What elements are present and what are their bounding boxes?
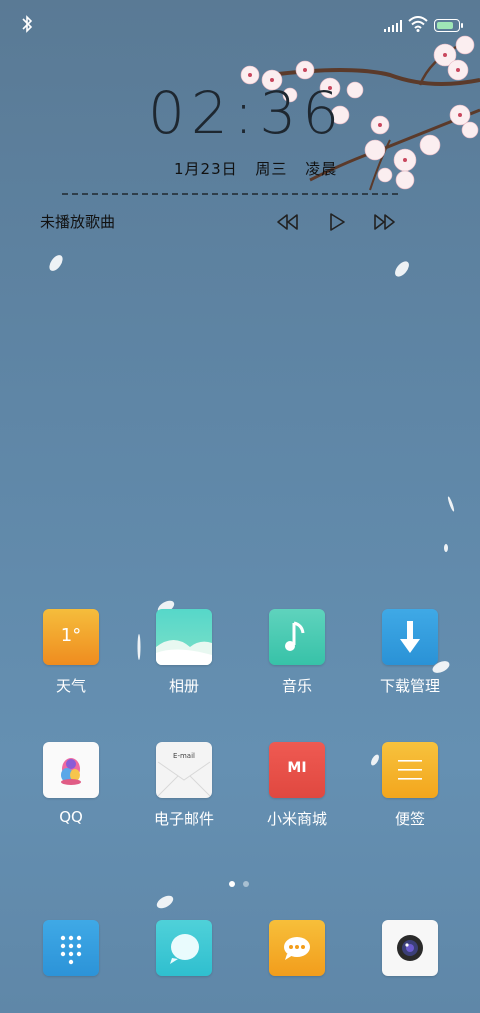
email-icon: E-mail <box>156 742 212 798</box>
app-qq[interactable]: QQ <box>16 742 126 826</box>
qq-icon <box>43 742 99 798</box>
weekday-text: 周三 <box>255 160 288 178</box>
petal-decoration <box>447 496 455 512</box>
app-notes[interactable]: 便签 <box>355 742 465 829</box>
petal-decoration <box>156 895 174 909</box>
app-gallery[interactable]: 相册 <box>129 609 239 696</box>
app-weather[interactable]: 1° 天气 <box>16 609 126 696</box>
camera-icon <box>382 920 438 976</box>
petal-decoration <box>444 544 448 552</box>
app-label: 天气 <box>55 677 86 695</box>
app-downloads[interactable]: 下载管理 <box>355 609 465 696</box>
mi-logo: MI <box>287 760 307 776</box>
weather-icon: 1° <box>43 609 99 665</box>
download-icon <box>382 609 438 665</box>
app-mi-store[interactable]: MI 小米商城 <box>242 742 352 829</box>
app-label: 便签 <box>394 810 425 828</box>
petal-decoration <box>395 261 409 277</box>
email-icon-text: E-mail <box>173 752 195 760</box>
page-dot[interactable] <box>243 881 249 887</box>
app-label: 电子邮件 <box>153 810 214 828</box>
gallery-icon <box>156 609 212 665</box>
app-label: 相册 <box>168 677 199 695</box>
fast-forward-icon[interactable] <box>372 213 396 231</box>
dock-messages[interactable] <box>129 920 239 976</box>
music-note-icon <box>269 609 325 665</box>
app-label: 下载管理 <box>379 677 440 695</box>
lockscreen-date: 1月23日 周三 凌晨 <box>174 158 349 179</box>
period-text: 凌晨 <box>305 160 338 178</box>
app-email[interactable]: E-mail 电子邮件 <box>129 742 239 829</box>
lockscreen-clock: 02:36 <box>148 79 346 147</box>
rewind-icon[interactable] <box>276 213 300 231</box>
chat-icon <box>269 920 325 976</box>
notes-icon <box>382 742 438 798</box>
dock-phone[interactable] <box>16 920 126 976</box>
music-status: 未播放歌曲 <box>40 213 116 231</box>
divider <box>62 193 398 195</box>
app-music[interactable]: 音乐 <box>242 609 352 696</box>
bluetooth-icon <box>22 15 33 33</box>
petal-decoration <box>49 255 63 271</box>
app-label: QQ <box>59 808 83 826</box>
dock-camera[interactable] <box>355 920 465 976</box>
messages-icon <box>156 920 212 976</box>
play-icon[interactable] <box>326 213 350 231</box>
app-label: 音乐 <box>281 677 312 695</box>
date-text: 1月23日 <box>174 160 238 178</box>
weather-temp: 1° <box>60 625 82 646</box>
phone-icon <box>43 920 99 976</box>
app-label: 小米商城 <box>266 810 327 828</box>
mi-store-icon: MI <box>269 742 325 798</box>
page-dot-active[interactable] <box>229 881 235 887</box>
dock-chat[interactable] <box>242 920 352 976</box>
page-indicator <box>229 872 257 891</box>
